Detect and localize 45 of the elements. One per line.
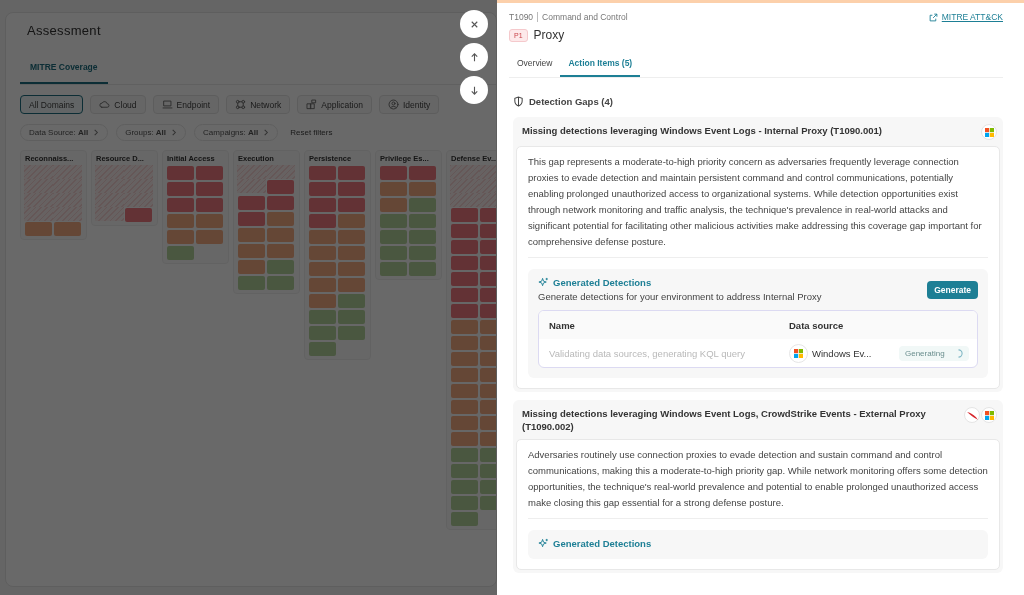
- domain-chip[interactable]: Cloud: [90, 95, 146, 114]
- windows-logo-icon: [984, 410, 994, 420]
- section-heading: Detection Gaps (4): [529, 96, 613, 107]
- domain-chip[interactable]: Identity: [378, 95, 440, 114]
- sparkle-icon: [538, 538, 549, 549]
- network-icon: [235, 99, 247, 110]
- laptop-icon: [161, 99, 173, 110]
- status-badge: Generating: [899, 345, 969, 361]
- person-circle-icon: [387, 99, 399, 110]
- external-link-icon: [928, 12, 938, 22]
- chevron-right-icon: [93, 129, 100, 136]
- domain-chip[interactable]: All Domains: [20, 95, 84, 114]
- windows-logo-icon: [984, 127, 994, 137]
- tab[interactable]: Overview: [509, 53, 561, 77]
- gap-description: This gap represents a moderate-to-high priority concern as adversaries frequently leverage connection proxies to evade detection and maintain persistent command and control communications, potentially enabling prolonged unauthorized access to organizational systems. While detection opportunities exist through network monitoring and traffic analysis, the technique's prevalence in real-world attacks and significant potential for facilitating other malicious activities make addressing this coverage gap important for comprehensive defense posture.: [528, 155, 983, 249]
- mitre-link[interactable]: MITRE ATT&CK: [928, 12, 1003, 22]
- sparkle-icon: [538, 277, 549, 288]
- generated-detections-title: Generated Detections: [553, 277, 652, 288]
- cloud-icon: [99, 99, 111, 110]
- domain-chip[interactable]: Application: [297, 95, 372, 114]
- generate-button[interactable]: Generate: [927, 280, 978, 299]
- generated-detections-subtitle: Generate detections for your environment to address Internal Proxy: [538, 291, 822, 302]
- swoosh-icon: [966, 410, 978, 420]
- technique-id: T1090: [509, 12, 534, 22]
- windows-logo-icon: [794, 348, 803, 358]
- gap-title: Missing detections leveraging Windows Event Logs - Internal Proxy (T1090.001): [522, 124, 882, 137]
- apps-icon: [306, 99, 318, 110]
- table-cell: Windows Ev...: [812, 347, 872, 359]
- reset-filters-button[interactable]: Reset filters: [290, 128, 333, 137]
- gap-title: Missing detections leveraging Windows Event Logs, CrowdStrike Events - External Proxy (T1090.002): [522, 407, 927, 433]
- chevron-right-icon: [171, 129, 178, 136]
- column-header: Name: [549, 319, 576, 331]
- domain-chip[interactable]: Endpoint: [152, 95, 220, 114]
- chevron-right-icon: [263, 129, 270, 136]
- tab[interactable]: Action Items (5): [560, 53, 641, 77]
- generated-detections-title: Generated Detections: [553, 538, 652, 549]
- tab[interactable]: MITRE Coverage: [20, 57, 108, 84]
- technique-name: Proxy: [533, 28, 565, 42]
- shield-icon: [513, 96, 524, 107]
- column-header: Data source: [789, 319, 845, 331]
- tactic-label: Command and Control: [542, 12, 628, 22]
- table-cell-text: Validating data sources, generating KQL query: [549, 347, 746, 359]
- gap-description: Adversaries routinely use connection proxies to evade detection and sustain command and control communications, making this a moderate-to-high priority gap. While network monitoring offers some detection opportunities, the technique's real-world prevalence and potential to enable prolonged unauthorized access make closing this gap essential for a strong defense posture.: [528, 448, 988, 510]
- domain-chip[interactable]: Network: [226, 95, 291, 114]
- page-title: Assessment: [27, 23, 101, 40]
